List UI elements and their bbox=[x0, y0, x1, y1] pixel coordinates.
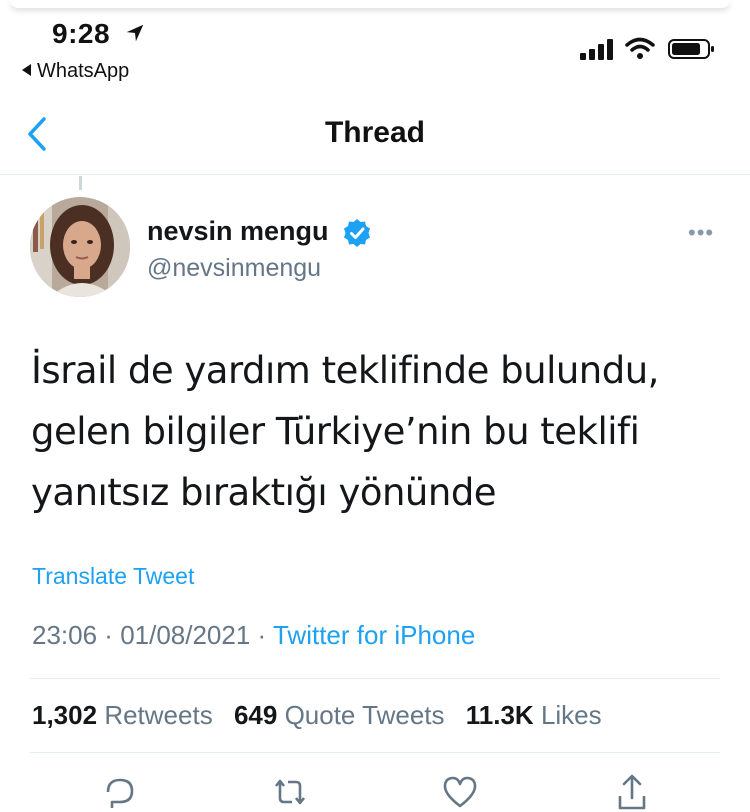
divider bbox=[30, 752, 720, 753]
verified-badge-icon bbox=[344, 219, 370, 247]
translate-tweet-link[interactable]: Translate Tweet bbox=[32, 563, 194, 590]
tweet-stats: 1,302 Retweets 649 Quote Tweets 11.3K Li… bbox=[32, 700, 616, 731]
tweet-time: 23:06 bbox=[32, 620, 98, 650]
navigation-bar: Thread bbox=[0, 100, 750, 175]
tweet-source-link[interactable]: Twitter for iPhone bbox=[273, 620, 475, 650]
meta-separator: · bbox=[97, 620, 121, 650]
location-arrow-icon bbox=[126, 24, 144, 42]
retweet-icon[interactable] bbox=[270, 772, 310, 812]
back-triangle-icon bbox=[22, 64, 31, 76]
likes-label[interactable]: Likes bbox=[541, 700, 602, 730]
tweet-date: 01/08/2021 bbox=[120, 620, 251, 650]
battery-icon bbox=[668, 39, 714, 59]
tweet-text-line: gelen bilgiler Türkiye’nin bu teklifi bbox=[31, 410, 640, 453]
status-time: 9:28 bbox=[52, 18, 111, 49]
back-to-app-link[interactable]: WhatsApp bbox=[22, 60, 129, 83]
like-icon[interactable] bbox=[440, 772, 480, 812]
tweet-metadata: 23:06 · 01/08/2021 · Twitter for iPhone bbox=[32, 620, 475, 651]
tweet-text-line: yanıtsız bıraktığı yönünde bbox=[31, 471, 497, 514]
more-options-icon[interactable]: ••• bbox=[688, 220, 714, 246]
quote-tweets-label[interactable]: Quote Tweets bbox=[285, 700, 445, 730]
signal-icon bbox=[580, 39, 613, 60]
meta-separator: · bbox=[250, 620, 273, 650]
share-icon[interactable] bbox=[612, 772, 652, 812]
display-name[interactable]: nevsin mengu bbox=[147, 216, 329, 247]
page-title: Thread bbox=[324, 116, 426, 149]
divider bbox=[30, 678, 720, 679]
wifi-icon bbox=[625, 37, 655, 59]
retweets-label[interactable]: Retweets bbox=[104, 700, 212, 730]
thread-connector-line bbox=[79, 176, 82, 190]
avatar[interactable] bbox=[30, 197, 130, 297]
retweets-count: 1,302 bbox=[32, 700, 98, 730]
reply-icon[interactable] bbox=[100, 772, 140, 812]
quote-tweets-count: 649 bbox=[233, 700, 278, 730]
likes-count: 11.3K bbox=[465, 700, 534, 730]
user-handle[interactable]: @nevsinmengu bbox=[147, 254, 321, 283]
tweet-text-line: İsrail de yardım teklifinde bulundu, bbox=[31, 349, 659, 392]
tweet-text: İsrail de yardım teklifinde bulundu, gel… bbox=[31, 340, 711, 523]
back-app-label: WhatsApp bbox=[37, 60, 130, 82]
status-bar: 9:28 WhatsApp bbox=[0, 0, 750, 90]
